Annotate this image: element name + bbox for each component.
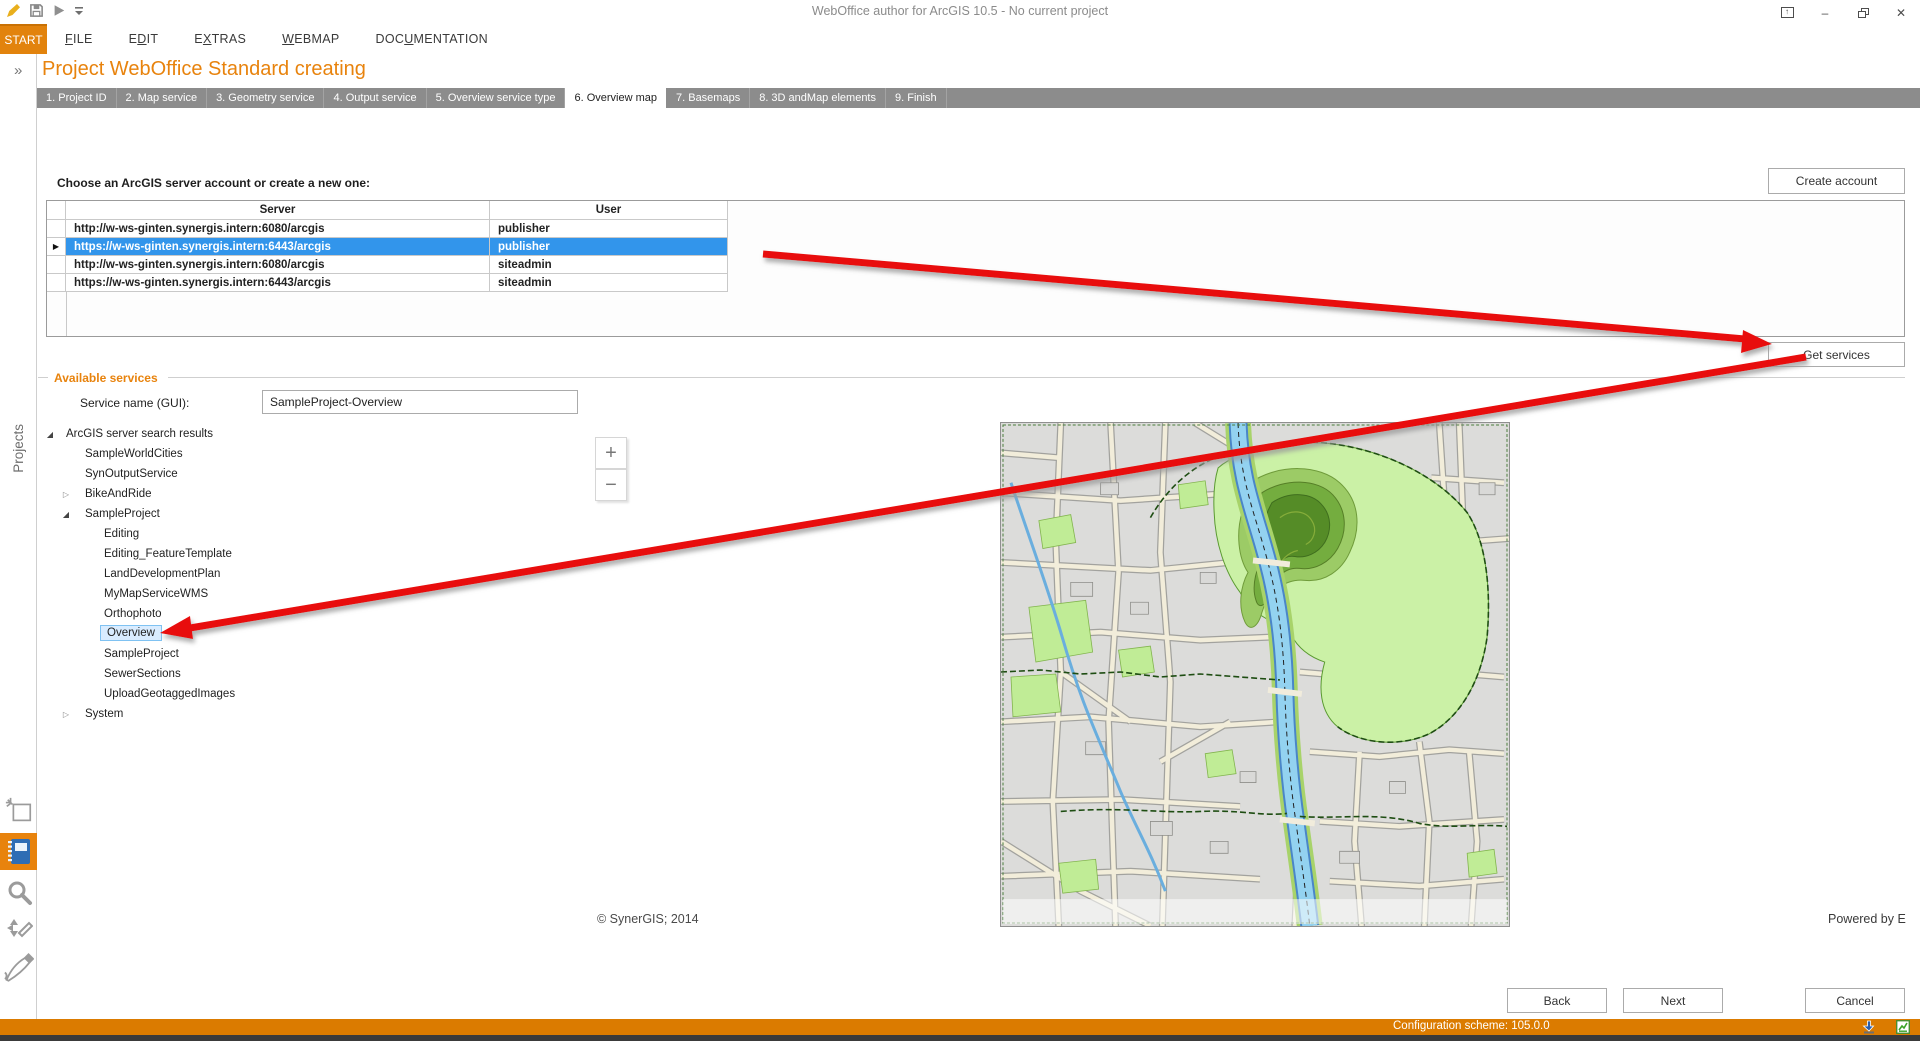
menu-webmap[interactable]: WEBMAP <box>264 24 357 54</box>
window-title: WebOffice author for ArcGIS 10.5 - No cu… <box>0 4 1920 18</box>
table-row[interactable]: https://w-ws-ginten.synergis.intern:6443… <box>47 274 728 292</box>
expand-chevron-icon[interactable]: » <box>14 62 22 79</box>
wizard-tab-strip: 1. Project ID 2. Map service 3. Geometry… <box>37 88 1920 108</box>
overview-map-preview[interactable] <box>1000 422 1510 927</box>
search-icon[interactable] <box>3 877 34 908</box>
account-section-label: Choose an ArcGIS server account or creat… <box>57 176 370 190</box>
service-name-input[interactable] <box>262 390 578 414</box>
tree-item[interactable]: SewerSections <box>104 666 181 682</box>
tab-project-id[interactable]: 1. Project ID <box>37 88 117 108</box>
title-bar: WebOffice author for ArcGIS 10.5 - No cu… <box>0 0 1920 24</box>
tab-output-service[interactable]: 4. Output service <box>324 88 426 108</box>
available-services-label: Available services <box>54 371 158 385</box>
tree-expanded-icon[interactable]: ◢ <box>43 430 57 439</box>
powered-by-text: Powered by E <box>1828 912 1920 926</box>
minimize-icon[interactable]: – <box>1812 4 1838 21</box>
bottom-edge <box>0 1035 1920 1041</box>
tab-3d-map-elements[interactable]: 8. 3D andMap elements <box>750 88 886 108</box>
get-services-button[interactable]: Get services <box>1768 342 1905 367</box>
tree-item-root[interactable]: ◢ArcGIS server search results <box>43 426 213 442</box>
back-button[interactable]: Back <box>1507 988 1607 1013</box>
tree-item-overview-selected[interactable]: Overview <box>100 625 162 641</box>
tab-overview-map[interactable]: 6. Overview map <box>565 88 667 108</box>
tree-item[interactable]: MyMapServiceWMS <box>104 586 208 602</box>
tab-overview-service-type[interactable]: 5. Overview service type <box>427 88 566 108</box>
update-download-icon[interactable] <box>1862 1020 1876 1034</box>
new-project-wand-icon[interactable] <box>3 795 34 826</box>
left-sidebar <box>0 54 37 1019</box>
page-title: Project WebOffice Standard creating <box>42 58 366 81</box>
annotation-arrows <box>0 0 1920 1041</box>
tree-item[interactable]: LandDevelopmentPlan <box>104 566 220 582</box>
tree-expanded-icon[interactable]: ◢ <box>59 510 73 519</box>
close-icon[interactable]: ✕ <box>1888 4 1914 21</box>
chart-status-icon[interactable] <box>1896 1020 1910 1034</box>
menu-file[interactable]: FILE <box>47 24 111 54</box>
window-controls: ↑ – ✕ <box>1774 4 1914 21</box>
table-row[interactable]: http://w-ws-ginten.synergis.intern:6080/… <box>47 256 728 274</box>
pen-icon[interactable] <box>3 950 34 986</box>
menu-edit[interactable]: EDIT <box>111 24 177 54</box>
service-name-label: Service name (GUI): <box>80 396 189 410</box>
configuration-scheme-text: Configuration scheme: 105.0.0 <box>1393 1020 1550 1032</box>
tree-item[interactable]: ◢SampleProject <box>59 506 160 522</box>
tree-item[interactable]: ▷BikeAndRide <box>59 486 151 502</box>
tree-item[interactable]: UploadGeotaggedImages <box>104 686 235 702</box>
create-account-button[interactable]: Create account <box>1768 168 1905 194</box>
tree-item[interactable]: SynOutputService <box>85 466 178 482</box>
next-button[interactable]: Next <box>1623 988 1723 1013</box>
table-row-selected[interactable]: ▶ https://w-ws-ginten.synergis.intern:64… <box>47 238 728 256</box>
zoom-in-button[interactable]: + <box>595 437 627 469</box>
menu-extras[interactable]: EXTRAS <box>176 24 264 54</box>
zoom-out-button[interactable]: − <box>595 469 627 501</box>
tree-collapsed-icon[interactable]: ▷ <box>59 490 73 499</box>
tree-item[interactable]: Editing_FeatureTemplate <box>104 546 232 562</box>
move-edit-icon[interactable] <box>3 915 34 946</box>
map-attribution-strip <box>1003 899 1507 924</box>
tree-item[interactable]: SampleProject <box>104 646 179 662</box>
server-accounts-grid: Server User http://w-ws-ginten.synergis.… <box>46 200 1905 337</box>
tree-item[interactable]: ▷System <box>59 706 123 722</box>
tree-item[interactable]: SampleWorldCities <box>85 446 183 462</box>
column-header-server[interactable]: Server <box>66 201 490 219</box>
tab-finish[interactable]: 9. Finish <box>886 88 947 108</box>
menu-documentation[interactable]: DOCUMENTATION <box>358 24 506 54</box>
column-header-user[interactable]: User <box>490 201 728 219</box>
status-bar <box>0 1019 1920 1035</box>
projects-notebook-icon[interactable] <box>0 833 37 870</box>
tab-basemaps[interactable]: 7. Basemaps <box>667 88 750 108</box>
tree-item[interactable]: Orthophoto <box>104 606 162 622</box>
table-row[interactable]: http://w-ws-ginten.synergis.intern:6080/… <box>47 220 728 238</box>
groupbox-dash <box>38 377 48 378</box>
groupbox-line <box>168 377 1905 378</box>
cancel-button[interactable]: Cancel <box>1805 988 1905 1013</box>
restore-icon[interactable] <box>1850 4 1876 21</box>
tab-geometry-service[interactable]: 3. Geometry service <box>207 88 324 108</box>
projects-panel-tab[interactable]: Projects <box>0 398 37 498</box>
tab-map-service[interactable]: 2. Map service <box>117 88 208 108</box>
tree-item[interactable]: Editing <box>104 526 139 542</box>
menu-bar: START FILE EDIT EXTRAS WEBMAP DOCUMENTAT… <box>0 24 1920 54</box>
grid-header-row: Server User <box>47 201 728 220</box>
row-marker-icon: ▶ <box>47 238 66 255</box>
ribbon-options-icon[interactable]: ↑ <box>1774 4 1800 21</box>
tab-start[interactable]: START <box>0 24 47 54</box>
copyright-text: © SynerGIS; 2014 <box>597 912 699 926</box>
tree-collapsed-icon[interactable]: ▷ <box>59 710 73 719</box>
